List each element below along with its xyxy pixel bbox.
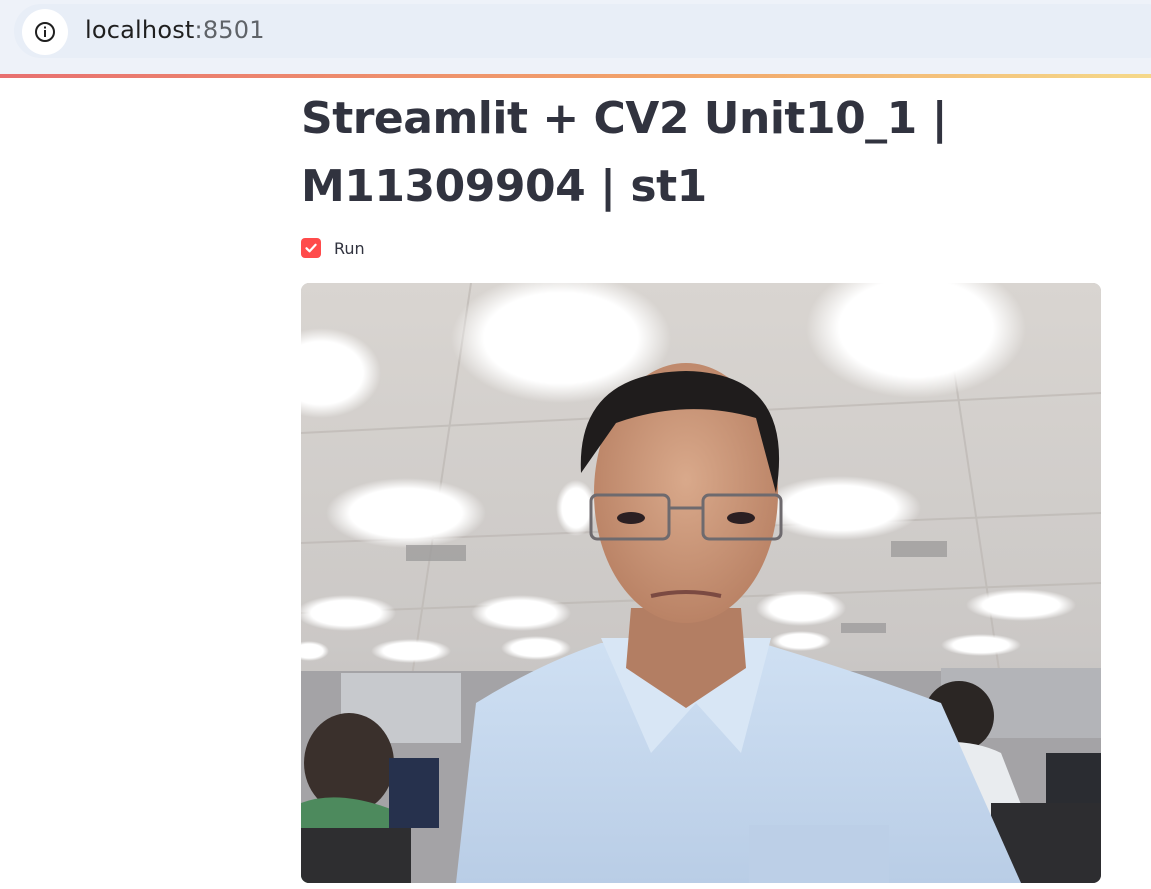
webcam-image	[301, 283, 1101, 883]
url-host: localhost	[85, 16, 195, 44]
checkbox-checked-icon[interactable]	[301, 238, 321, 258]
video-frame	[301, 283, 1101, 883]
url-text[interactable]: localhost:8501	[85, 14, 265, 46]
checkbox-label: Run	[334, 238, 365, 258]
header-decoration-bar	[0, 74, 1151, 78]
url-port: :8501	[194, 16, 265, 44]
run-checkbox[interactable]: Run	[301, 236, 365, 260]
browser-toolbar: localhost:8501	[0, 0, 1151, 74]
address-bar[interactable]: localhost:8501	[14, 4, 1151, 58]
info-icon[interactable]	[22, 9, 68, 55]
page-title: Streamlit + CV2 Unit10_1 | M11309904 | s…	[301, 93, 948, 212]
